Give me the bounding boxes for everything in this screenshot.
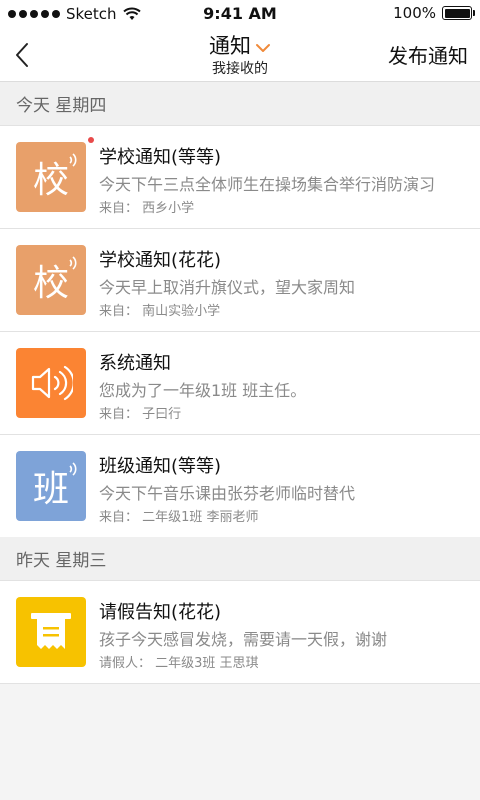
status-right: 100%	[393, 4, 475, 22]
chevron-left-icon	[16, 43, 28, 67]
item-title: 请假告知(花花)	[99, 602, 222, 623]
publish-notice-button[interactable]: 发布通知	[388, 40, 468, 69]
list-item[interactable]: 校 学校通知(等等) 今天下午三点全体师生在操场集合举行消防演习 来自： 西乡小…	[0, 126, 480, 229]
list-item[interactable]: 请假告知(花花) 孩子今天感冒发烧，需要请一天假，谢谢 请假人： 二年级3班 王…	[0, 581, 480, 684]
item-title: 学校通知(花花)	[99, 250, 222, 271]
battery-percent: 100%	[393, 4, 436, 22]
section-header-yesterday: 昨天 星期三	[0, 537, 480, 581]
item-body: 您成为了一年级1班 班主任。	[99, 381, 307, 400]
item-from: 来自： 西乡小学	[99, 201, 195, 216]
item-body: 今天早上取消升旗仪式，望大家周知	[99, 278, 356, 297]
school-notice-icon: 校	[16, 142, 86, 212]
icon-char: 校	[32, 263, 69, 304]
list-item[interactable]: 系统通知 您成为了一年级1班 班主任。 来自： 子曰行	[0, 332, 480, 435]
unread-dot	[88, 137, 94, 143]
item-title: 系统通知	[99, 353, 171, 374]
list-item[interactable]: 校 学校通知(花花) 今天早上取消升旗仪式，望大家周知 来自： 南山实验小学	[0, 229, 480, 332]
list-item[interactable]: 班 班级通知(等等) 今天下午音乐课由张芬老师临时替代 来自： 二年级1班 李丽…	[0, 435, 480, 538]
empty-area	[0, 684, 480, 800]
leave-request-icon	[16, 597, 86, 667]
signal-waves-icon	[69, 153, 77, 167]
status-bar: Sketch 9:41 AM 100%	[0, 0, 480, 28]
signal-waves-icon	[69, 256, 77, 270]
battery-icon	[442, 6, 475, 20]
receipt-glyph	[31, 613, 71, 649]
signal-waves-icon	[69, 462, 77, 476]
icon-char: 校	[32, 160, 69, 201]
item-from: 来自： 二年级1班 李丽老师	[99, 510, 259, 525]
page-subtitle: 我接收的	[212, 61, 268, 77]
battery-fill	[444, 8, 470, 18]
notice-filter-dropdown[interactable]: 通知 我接收的	[150, 30, 330, 78]
item-body: 今天下午音乐课由张芬老师临时替代	[99, 484, 356, 503]
page-title: 通知	[209, 34, 251, 58]
item-title: 学校通知(等等)	[99, 147, 222, 168]
item-from: 请假人： 二年级3班 王思琪	[99, 656, 259, 671]
class-notice-icon: 班	[16, 451, 86, 521]
speaker-icon	[16, 348, 86, 418]
speaker-glyph	[31, 365, 73, 401]
icon-char: 班	[32, 469, 69, 510]
back-button[interactable]	[8, 38, 36, 72]
nav-bar: 通知 我接收的 发布通知	[0, 28, 480, 82]
item-title: 班级通知(等等)	[99, 456, 222, 477]
item-body: 孩子今天感冒发烧，需要请一天假，谢谢	[99, 630, 388, 649]
item-body: 今天下午三点全体师生在操场集合举行消防演习	[99, 175, 436, 194]
section-header-today: 今天 星期四	[0, 82, 480, 126]
item-from: 来自： 南山实验小学	[99, 304, 221, 319]
chevron-down-icon	[256, 44, 270, 52]
item-from: 来自： 子曰行	[99, 407, 182, 422]
school-notice-icon: 校	[16, 245, 86, 315]
